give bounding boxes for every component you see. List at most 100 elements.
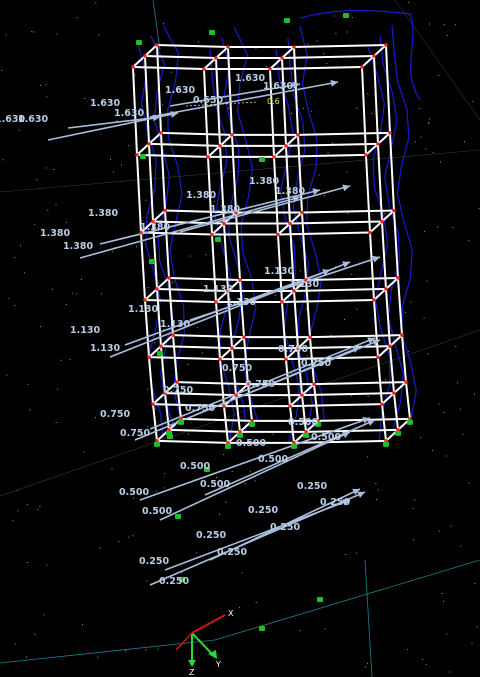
beam[interactable] bbox=[207, 145, 221, 158]
column[interactable] bbox=[389, 346, 395, 394]
beam[interactable] bbox=[285, 142, 379, 147]
column[interactable] bbox=[361, 66, 367, 155]
support-marker[interactable] bbox=[259, 626, 265, 631]
column[interactable] bbox=[385, 288, 391, 347]
support-marker[interactable] bbox=[154, 441, 160, 447]
node[interactable] bbox=[292, 45, 296, 49]
support-marker[interactable] bbox=[157, 351, 163, 356]
beam[interactable] bbox=[389, 334, 403, 347]
beam[interactable] bbox=[273, 153, 367, 158]
support-marker[interactable] bbox=[178, 419, 184, 425]
node[interactable] bbox=[222, 221, 226, 226]
node[interactable] bbox=[234, 393, 238, 397]
support-marker[interactable] bbox=[317, 597, 323, 602]
node[interactable] bbox=[151, 402, 155, 406]
beam[interactable] bbox=[156, 439, 229, 444]
column[interactable] bbox=[223, 406, 229, 443]
beam[interactable] bbox=[281, 46, 295, 59]
support-marker[interactable] bbox=[259, 157, 265, 162]
node[interactable] bbox=[284, 357, 288, 361]
column[interactable] bbox=[203, 68, 209, 157]
support-marker[interactable] bbox=[291, 443, 297, 449]
column[interactable] bbox=[136, 154, 142, 233]
beam[interactable] bbox=[180, 417, 253, 422]
support-marker[interactable] bbox=[225, 443, 231, 449]
node[interactable] bbox=[155, 287, 159, 291]
support-marker[interactable] bbox=[343, 13, 349, 18]
beam[interactable] bbox=[148, 142, 221, 147]
node[interactable] bbox=[143, 54, 147, 58]
beam[interactable] bbox=[144, 298, 217, 303]
beam[interactable] bbox=[136, 153, 209, 158]
beam[interactable] bbox=[269, 66, 363, 70]
column[interactable] bbox=[148, 357, 154, 405]
node[interactable] bbox=[372, 54, 376, 58]
node[interactable] bbox=[159, 344, 163, 348]
node[interactable] bbox=[400, 333, 404, 337]
beam[interactable] bbox=[293, 44, 387, 48]
node[interactable] bbox=[376, 142, 380, 146]
node[interactable] bbox=[155, 43, 159, 47]
beam[interactable] bbox=[132, 66, 205, 70]
beam[interactable] bbox=[144, 44, 158, 57]
node[interactable] bbox=[308, 335, 312, 339]
node[interactable] bbox=[368, 230, 372, 235]
support-marker[interactable] bbox=[215, 237, 221, 242]
support-marker[interactable] bbox=[407, 419, 413, 425]
beam[interactable] bbox=[136, 143, 150, 156]
node[interactable] bbox=[272, 155, 276, 159]
column[interactable] bbox=[140, 232, 146, 301]
column[interactable] bbox=[373, 55, 379, 144]
beam[interactable] bbox=[203, 57, 217, 70]
node[interactable] bbox=[280, 56, 284, 60]
node[interactable] bbox=[312, 382, 316, 386]
node[interactable] bbox=[171, 333, 175, 337]
column[interactable] bbox=[385, 44, 391, 133]
node[interactable] bbox=[175, 380, 179, 384]
column[interactable] bbox=[293, 290, 299, 349]
node[interactable] bbox=[202, 67, 206, 71]
node[interactable] bbox=[300, 210, 304, 215]
beam[interactable] bbox=[269, 57, 283, 70]
node[interactable] bbox=[392, 208, 396, 213]
beam[interactable] bbox=[160, 131, 233, 136]
support-marker[interactable] bbox=[383, 441, 389, 447]
node[interactable] bbox=[380, 402, 384, 406]
beam[interactable] bbox=[176, 381, 249, 386]
support-marker[interactable] bbox=[167, 434, 173, 439]
node[interactable] bbox=[284, 144, 288, 148]
column[interactable] bbox=[152, 404, 158, 441]
beam[interactable] bbox=[144, 55, 217, 59]
beam[interactable] bbox=[301, 383, 315, 396]
node[interactable] bbox=[143, 298, 147, 302]
support-marker[interactable] bbox=[284, 18, 290, 23]
node[interactable] bbox=[380, 219, 384, 224]
node[interactable] bbox=[218, 357, 222, 361]
node[interactable] bbox=[288, 221, 292, 226]
column[interactable] bbox=[293, 46, 299, 135]
beam[interactable] bbox=[281, 55, 375, 59]
structure-3d-viewport[interactable]: 1.6301.6301.6301.6301.6301.6301.6300.650… bbox=[0, 0, 480, 677]
node[interactable] bbox=[360, 65, 364, 69]
node[interactable] bbox=[226, 45, 230, 49]
beam[interactable] bbox=[160, 345, 233, 350]
node[interactable] bbox=[384, 287, 388, 291]
column[interactable] bbox=[281, 57, 287, 146]
beam[interactable] bbox=[373, 288, 387, 301]
column[interactable] bbox=[381, 404, 387, 441]
node[interactable] bbox=[147, 142, 151, 146]
node[interactable] bbox=[392, 391, 396, 395]
node[interactable] bbox=[222, 404, 226, 408]
beam[interactable] bbox=[381, 392, 395, 405]
node[interactable] bbox=[268, 67, 272, 71]
node[interactable] bbox=[230, 133, 234, 137]
beam[interactable] bbox=[211, 222, 225, 236]
beam[interactable] bbox=[148, 356, 221, 361]
node[interactable] bbox=[214, 56, 218, 60]
beam[interactable] bbox=[144, 288, 158, 301]
node[interactable] bbox=[288, 404, 292, 408]
beam[interactable] bbox=[393, 381, 407, 394]
beam[interactable] bbox=[168, 276, 241, 281]
node[interactable] bbox=[206, 155, 210, 159]
node[interactable] bbox=[296, 133, 300, 137]
